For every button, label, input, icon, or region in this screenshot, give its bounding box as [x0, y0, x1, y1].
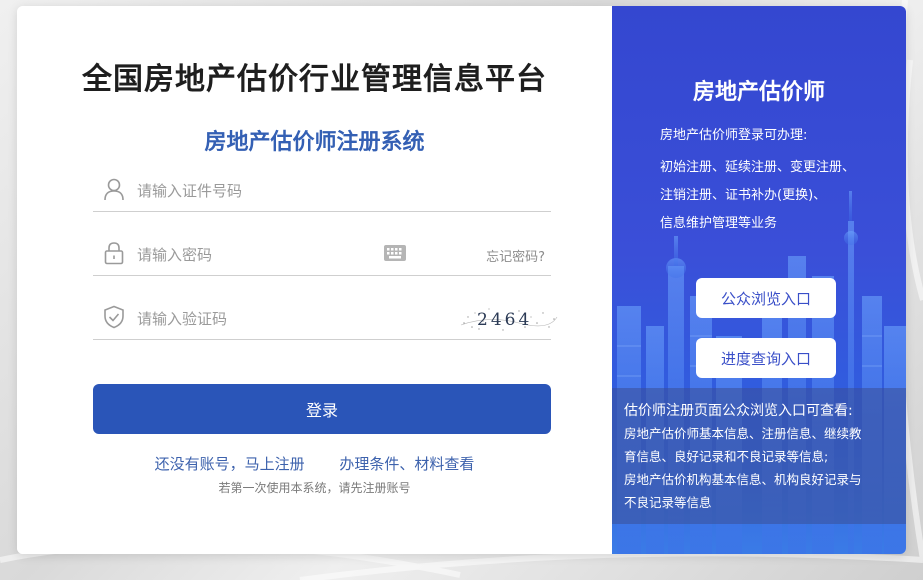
user-icon — [104, 178, 124, 201]
login-button[interactable]: 登录 — [93, 384, 551, 434]
info-line: 房地产估价机构基本信息、机构良好记录与 — [624, 472, 862, 487]
shield-check-icon — [104, 305, 124, 329]
info-line: 育信息、良好记录和不良记录等信息; — [624, 449, 829, 464]
progress-query-button[interactable]: 进度查询入口 — [696, 338, 836, 378]
auxiliary-links: 还没有账号，马上注册 办理条件、材料查看 — [17, 453, 612, 474]
info-line: 房地产估价师基本信息、注册信息、继续教 — [624, 426, 862, 441]
service-line: 初始注册、延续注册、变更注册、 — [660, 160, 856, 175]
register-link[interactable]: 还没有账号，马上注册 — [155, 455, 305, 473]
side-title: 房地产估价师 — [692, 80, 825, 105]
public-browse-button[interactable]: 公众浏览入口 — [696, 278, 836, 318]
info-panel: 房地产估价师 房地产估价师登录可办理: 初始注册、延续注册、变更注册、 注销注册… — [612, 6, 906, 554]
first-use-hint: 若第一次使用本系统，请先注册账号 — [218, 481, 411, 495]
public-info-title: 估价师注册页面公众浏览入口可查看: — [624, 403, 853, 419]
side-intro: 房地产估价师登录可办理: — [660, 128, 808, 143]
platform-title: 全国房地产估价行业管理信息平台 — [82, 62, 547, 97]
forgot-password-link[interactable]: 忘记密码? — [486, 246, 545, 265]
password-input[interactable] — [135, 239, 399, 271]
captcha-image[interactable]: 2464 — [459, 303, 559, 333]
lock-icon — [104, 242, 124, 265]
info-line: 不良记录等信息 — [624, 495, 712, 510]
conditions-link[interactable]: 办理条件、材料查看 — [339, 455, 474, 473]
login-panel: 全国房地产估价行业管理信息平台 房地产估价师注册系统 请输入证件号码 忘记密码?… — [17, 6, 612, 554]
id-number-input[interactable] — [135, 175, 399, 207]
service-line: 信息维护管理等业务 — [660, 216, 778, 231]
password-field: 忘记密码? — [93, 235, 551, 276]
public-info-body: 房地产估价师基本信息、注册信息、继续教 育信息、良好记录和不良记录等信息; 房地… — [624, 422, 904, 514]
login-card: 全国房地产估价行业管理信息平台 房地产估价师注册系统 请输入证件号码 忘记密码?… — [17, 6, 906, 554]
system-title: 房地产估价师注册系统 — [204, 130, 425, 155]
service-line: 注销注册、证书补办(更换)、 — [660, 188, 827, 203]
public-info-box: 估价师注册页面公众浏览入口可查看: 房地产估价师基本信息、注册信息、继续教 育信… — [612, 388, 906, 524]
keyboard-icon[interactable] — [384, 245, 406, 261]
captcha-input[interactable] — [135, 303, 399, 335]
id-number-field — [93, 171, 551, 212]
captcha-text: 2464 — [477, 310, 532, 330]
captcha-field: 2464 — [93, 299, 558, 340]
